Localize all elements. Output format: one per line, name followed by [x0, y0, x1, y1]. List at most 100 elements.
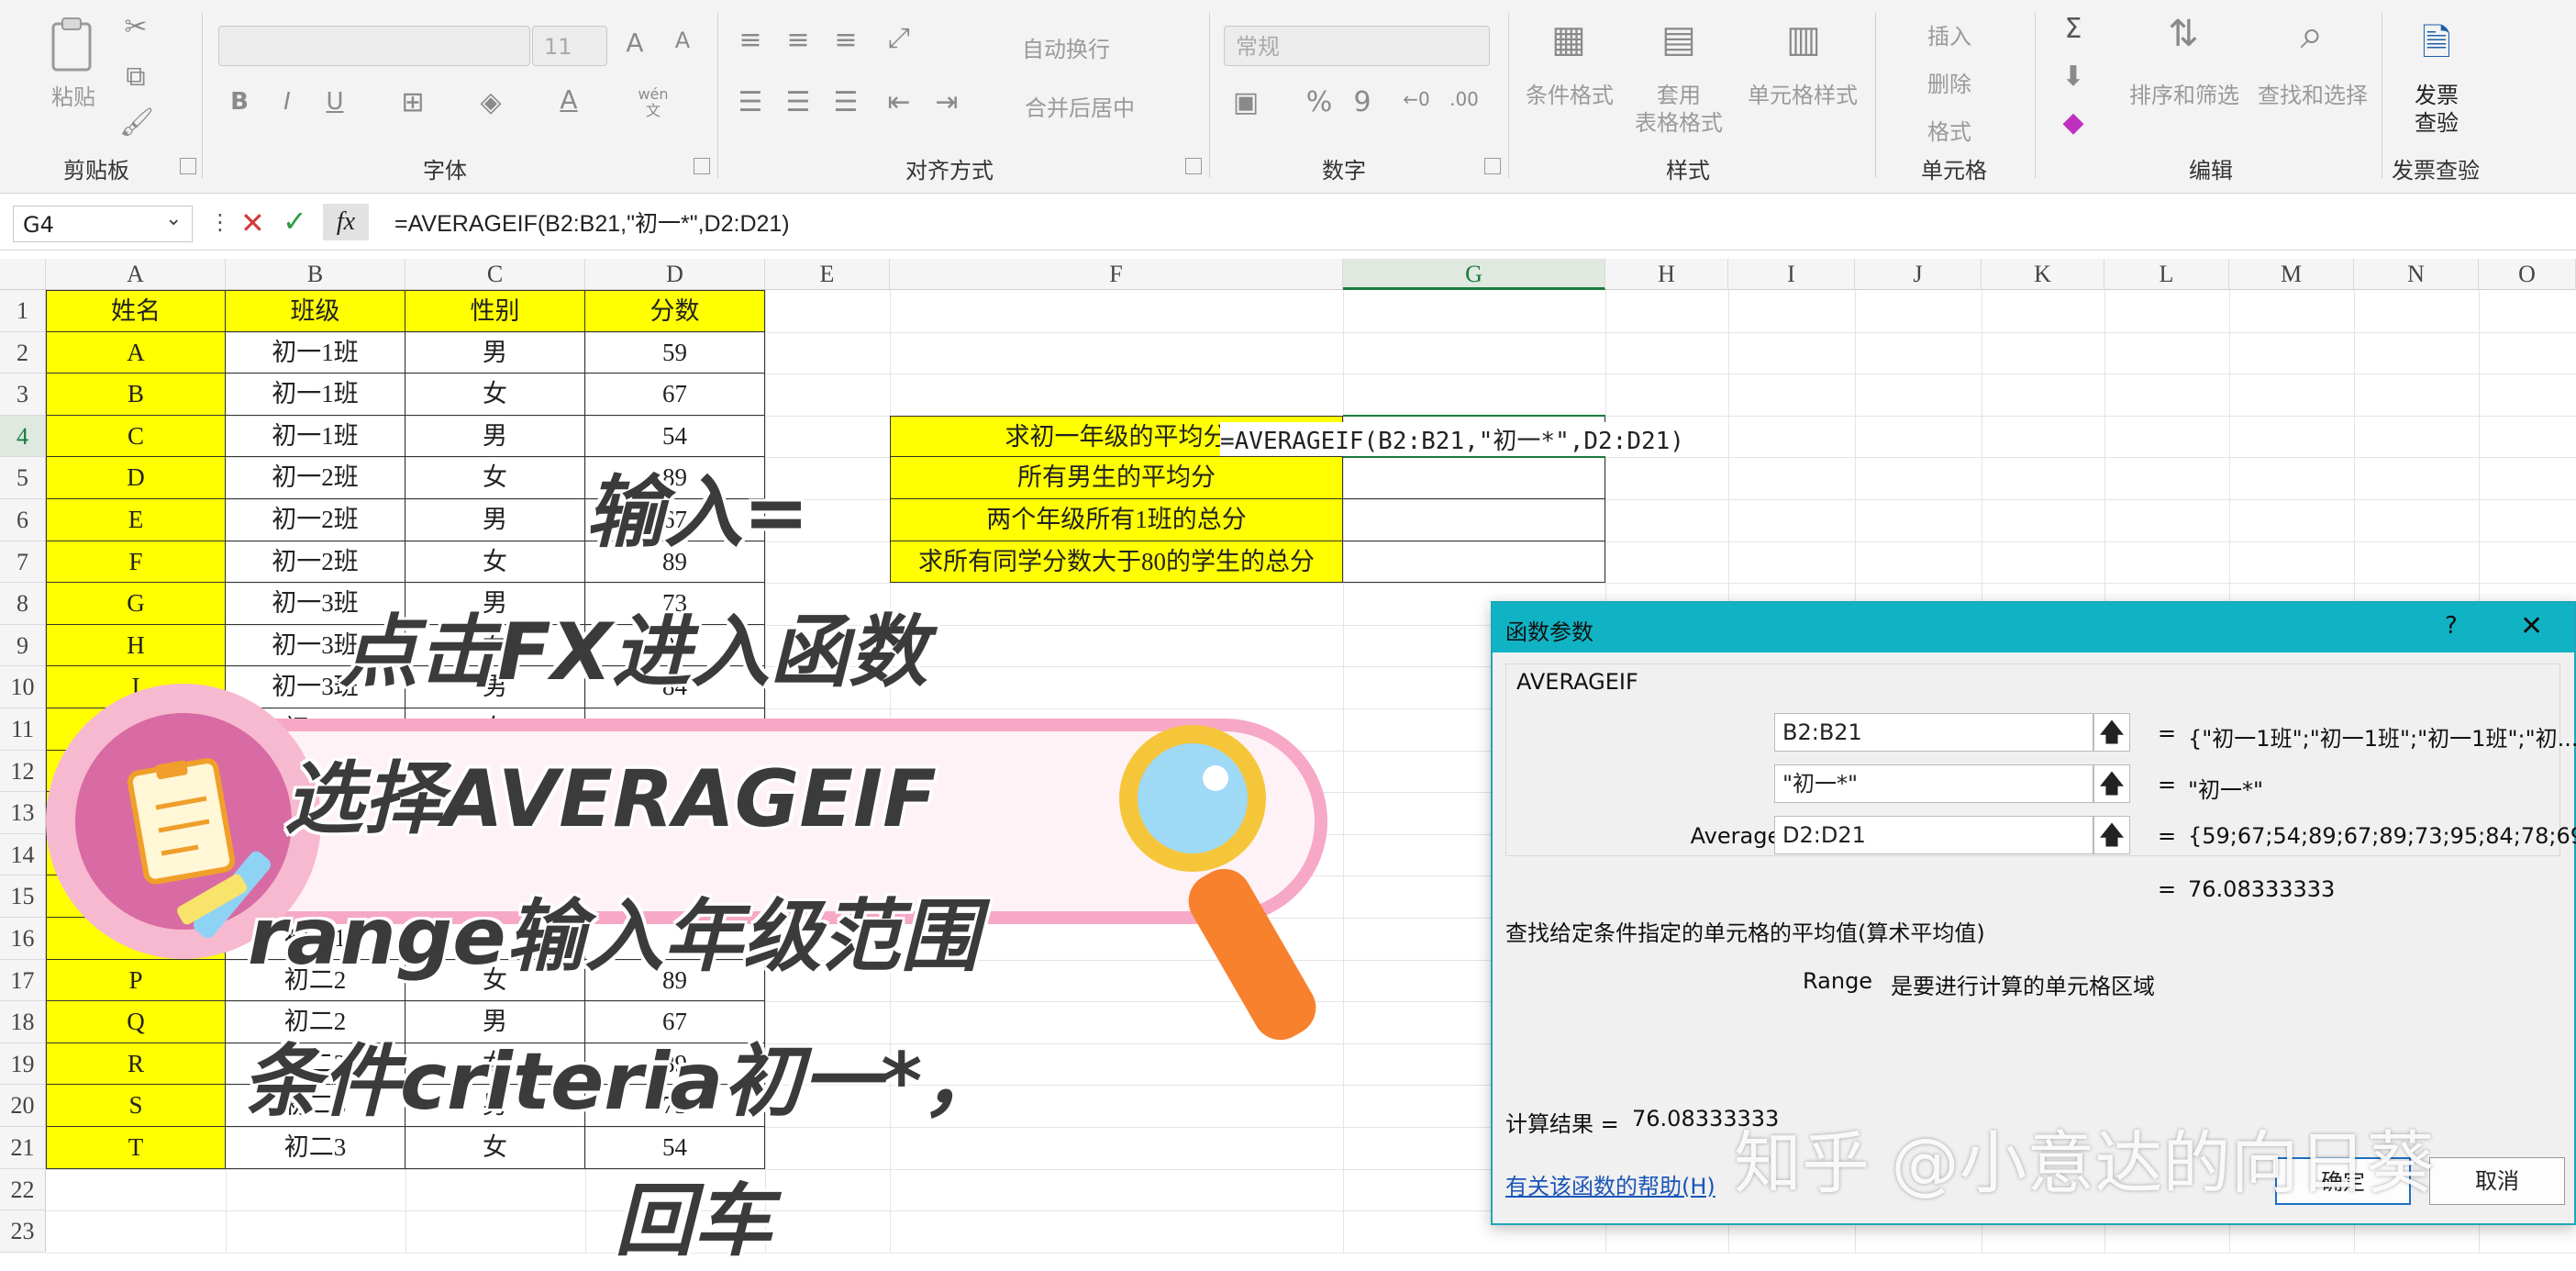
table-cell[interactable]: 初二3: [226, 1127, 405, 1169]
percent-button[interactable]: %: [1301, 86, 1338, 118]
table-cell[interactable]: 男: [405, 499, 585, 541]
cancel-entry-icon[interactable]: ✕: [240, 206, 265, 240]
row-header[interactable]: 4: [0, 415, 46, 458]
column-header[interactable]: I: [1728, 259, 1855, 290]
fill-color-icon[interactable]: ◈: [472, 86, 509, 118]
table-cell[interactable]: A: [46, 331, 226, 374]
bold-button[interactable]: B: [226, 88, 253, 116]
increase-decimal-icon[interactable]: ←0: [1398, 88, 1435, 110]
column-header[interactable]: F: [890, 259, 1343, 290]
clear-icon[interactable]: ◆: [2055, 106, 2092, 139]
table-cell[interactable]: E: [46, 499, 226, 541]
column-header[interactable]: H: [1605, 259, 1728, 290]
table-cell[interactable]: F: [46, 541, 226, 584]
table-header-cell[interactable]: 班级: [226, 290, 405, 332]
dialog-help-icon[interactable]: ?: [2445, 612, 2458, 640]
arg-range-input[interactable]: B2:B21: [1774, 713, 2093, 752]
alignment-launcher-icon[interactable]: [1185, 158, 1202, 174]
answer-cell[interactable]: [1343, 457, 1605, 499]
phonetic-icon[interactable]: wén 文: [633, 86, 673, 119]
table-cell[interactable]: 女: [405, 457, 585, 499]
table-cell[interactable]: 67: [585, 373, 765, 416]
paste-label[interactable]: 粘贴: [46, 79, 101, 111]
arg-average-range-collapse-icon[interactable]: 🡅: [2093, 816, 2130, 854]
function-help-link[interactable]: 有关该函数的帮助(H): [1505, 1168, 1715, 1200]
orientation-icon[interactable]: ⤢: [881, 22, 917, 54]
accounting-icon[interactable]: ▣: [1227, 86, 1264, 118]
comma-button[interactable]: 9: [1349, 86, 1376, 118]
table-header-cell[interactable]: 姓名: [46, 290, 226, 332]
dialog-title-bar[interactable]: 函数参数 ? ✕: [1493, 603, 2574, 652]
fill-icon[interactable]: ⬇: [2055, 61, 2092, 93]
editing-cell-text[interactable]: =AVERAGEIF(B2:B21,"初一*",D2:D21): [1220, 422, 1684, 456]
column-header[interactable]: G: [1343, 259, 1605, 290]
arg-criteria-collapse-icon[interactable]: 🡅: [2093, 764, 2130, 803]
table-format-button-line2[interactable]: 表格格式: [1624, 105, 1734, 137]
table-cell[interactable]: 女: [405, 1127, 585, 1169]
confirm-entry-icon[interactable]: ✓: [283, 204, 307, 239]
row-header[interactable]: 1: [0, 290, 46, 332]
clipboard-launcher-icon[interactable]: [180, 158, 196, 174]
cancel-button[interactable]: 取消: [2429, 1157, 2565, 1205]
decrease-decimal-icon[interactable]: .00: [1446, 88, 1482, 110]
column-header[interactable]: O: [2479, 259, 2576, 290]
table-cell[interactable]: 初一2班: [226, 541, 405, 584]
shrink-font-icon[interactable]: A: [664, 28, 701, 53]
question-cell[interactable]: 两个年级所有1班的总分: [890, 499, 1343, 541]
name-box-dropdown-icon[interactable]: ⌄: [165, 207, 182, 230]
table-cell[interactable]: 59: [585, 331, 765, 374]
row-header[interactable]: 7: [0, 541, 46, 584]
merge-center-button[interactable]: 合并后居中: [1002, 90, 1158, 122]
font-color-icon[interactable]: A: [550, 84, 587, 115]
invoice-check-icon[interactable]: 🗎: [2409, 17, 2464, 79]
arg-criteria-input[interactable]: "初一*": [1774, 764, 2093, 803]
arg-range-collapse-icon[interactable]: 🡅: [2093, 713, 2130, 752]
table-cell[interactable]: H: [46, 624, 226, 667]
format-painter-icon[interactable]: 🖌: [119, 106, 154, 139]
select-all-corner[interactable]: [0, 259, 46, 290]
font-size-combo[interactable]: 11: [532, 26, 607, 66]
row-header[interactable]: 19: [0, 1042, 46, 1086]
align-top-icon[interactable]: ≡: [734, 24, 767, 56]
question-cell[interactable]: 所有男生的平均分: [890, 457, 1343, 499]
italic-button[interactable]: I: [273, 88, 301, 116]
column-header[interactable]: M: [2229, 259, 2354, 290]
table-cell[interactable]: B: [46, 373, 226, 416]
table-cell[interactable]: 男: [405, 415, 585, 458]
copy-icon[interactable]: ⧉: [119, 61, 152, 93]
table-cell[interactable]: 女: [405, 541, 585, 584]
column-header[interactable]: J: [1855, 259, 1982, 290]
sort-filter-button[interactable]: 排序和筛选: [2125, 77, 2244, 109]
cell-styles-icon[interactable]: ▥: [1776, 18, 1831, 61]
decrease-indent-icon[interactable]: ⇤: [883, 86, 916, 118]
align-middle-icon[interactable]: ≡: [782, 24, 815, 56]
table-cell[interactable]: C: [46, 415, 226, 458]
table-cell[interactable]: S: [46, 1085, 226, 1127]
conditional-format-icon[interactable]: ▦: [1541, 18, 1596, 61]
autosum-icon[interactable]: Σ: [2055, 13, 2092, 45]
font-launcher-icon[interactable]: [694, 158, 710, 174]
table-cell[interactable]: 初一1班: [226, 415, 405, 458]
underline-button[interactable]: U: [321, 88, 349, 116]
wrap-text-button[interactable]: 自动换行: [1002, 31, 1130, 63]
table-header-cell[interactable]: 分数: [585, 290, 765, 332]
more-icon[interactable]: ⋮: [209, 209, 231, 235]
row-header[interactable]: 21: [0, 1127, 46, 1169]
table-cell[interactable]: T: [46, 1127, 226, 1169]
align-left-icon[interactable]: ☰: [734, 86, 767, 118]
formula-input[interactable]: =AVERAGEIF(B2:B21,"初一*",D2:D21): [394, 207, 790, 240]
column-header[interactable]: L: [2104, 259, 2229, 290]
table-cell[interactable]: R: [46, 1042, 226, 1086]
table-cell[interactable]: 初一2班: [226, 457, 405, 499]
table-header-cell[interactable]: 性别: [405, 290, 585, 332]
row-header[interactable]: 3: [0, 373, 46, 416]
arg-average-range-input[interactable]: D2:D21: [1774, 816, 2093, 854]
table-cell[interactable]: 男: [405, 331, 585, 374]
table-cell[interactable]: 初一1班: [226, 331, 405, 374]
delete-cells-button[interactable]: 删除: [1890, 66, 2009, 98]
dialog-close-icon[interactable]: ✕: [2520, 610, 2543, 642]
paste-icon[interactable]: [44, 17, 99, 72]
column-header[interactable]: B: [226, 259, 405, 290]
table-format-icon[interactable]: ▤: [1651, 18, 1706, 61]
answer-cell[interactable]: [1343, 541, 1605, 584]
